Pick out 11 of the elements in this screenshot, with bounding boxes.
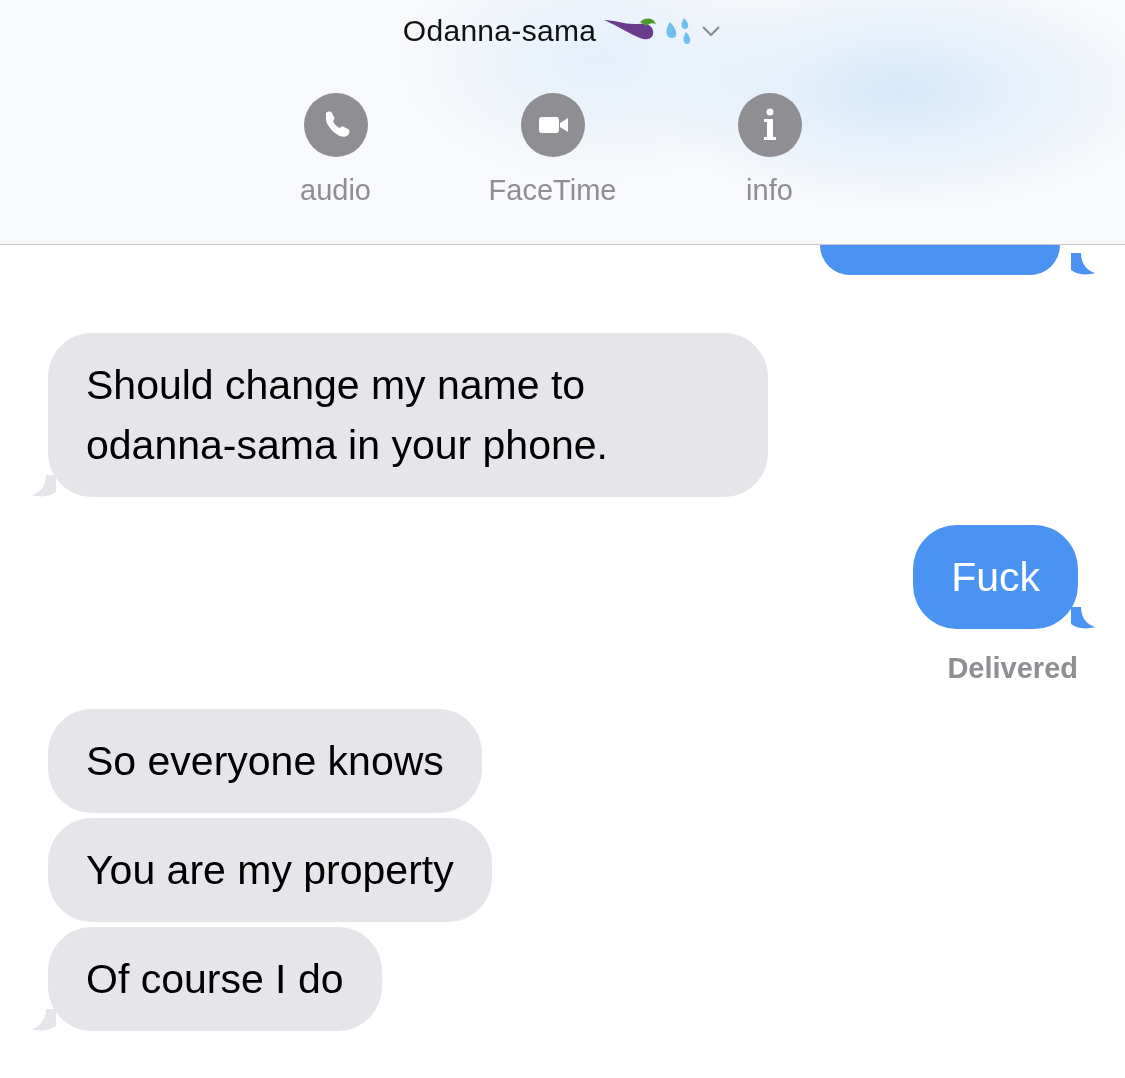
contact-name[interactable]: Odanna-sama (402, 8, 597, 53)
message-bubble: Of course I do (48, 926, 382, 1031)
message-bubble: So everyone knows (48, 708, 482, 813)
message-bubble: Should change my name to odanna-sama in your phone. (48, 333, 768, 497)
message-bubble: Fuck (913, 525, 1078, 629)
audio-button[interactable]: audio (265, 93, 406, 213)
delivered-status: Delivered (947, 651, 1078, 686)
chevron-down-icon[interactable] (700, 23, 723, 38)
facetime-button[interactable]: FaceTime (482, 93, 623, 213)
message-bubble: You are my property (48, 817, 492, 922)
info-button[interactable]: info (699, 93, 840, 213)
